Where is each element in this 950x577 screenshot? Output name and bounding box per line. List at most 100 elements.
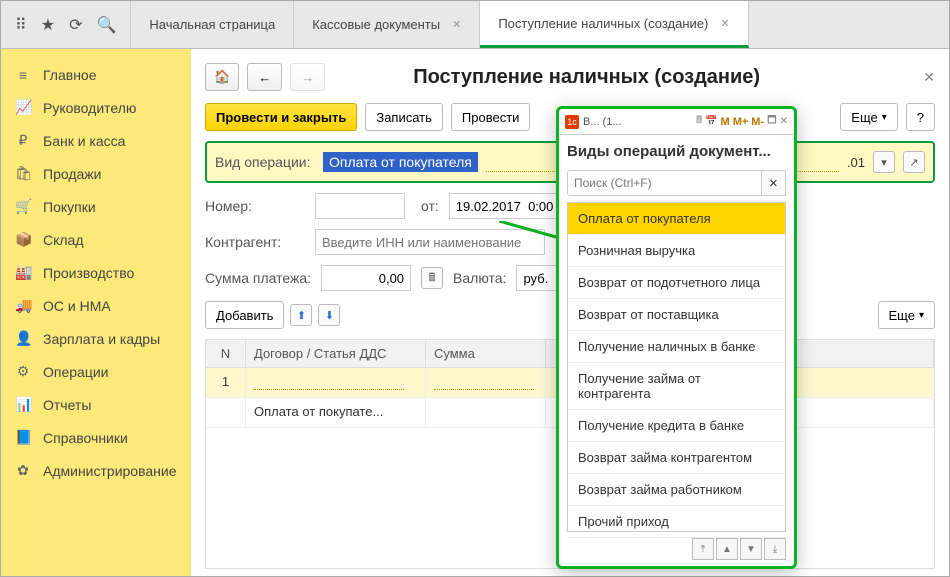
search-input[interactable] [567,170,762,196]
date-input[interactable] [449,193,569,219]
tab-label: Кассовые документы [312,17,440,32]
sidebar-item[interactable]: ≡Главное [1,59,191,91]
help-button[interactable]: ? [906,103,935,131]
star-icon[interactable]: ★ [41,15,55,35]
tab-active[interactable]: Поступление наличных (создание) ✕ [480,1,748,48]
sidebar-item[interactable]: 🚚ОС и НМА [1,289,191,322]
popup-item[interactable]: Оплата от покупателя [568,203,785,235]
chevron-down-icon: ▾ [882,112,887,123]
sidebar-label: Справочники [43,430,128,446]
nav-bottom-button[interactable]: ⤓ [764,538,786,560]
sum-label: Сумма платежа: [205,270,311,286]
calc-icon[interactable]: 🖩 [421,267,443,289]
sidebar-item[interactable]: 🏭Производство [1,256,191,289]
post-button[interactable]: Провести [451,103,531,131]
mplus-button[interactable]: M+ [733,116,749,128]
org-code: .01 [847,155,865,170]
popup-item[interactable]: Получение наличных в банке [568,331,785,363]
sum-input[interactable] [321,265,411,291]
more-button[interactable]: Еще ▾ [840,103,897,131]
sidebar-icon: ≡ [15,67,31,83]
cell-dds: Оплата от покупате... [254,404,383,419]
sidebar-label: Покупки [43,199,96,215]
sidebar-item[interactable]: ✿Администрирование [1,454,191,487]
calc-tool-icon[interactable]: 🖩 [696,113,702,130]
logo-icon: 1c [565,115,579,129]
back-button[interactable]: ← [247,63,282,91]
apps-icon[interactable]: ⠿ [15,15,27,35]
sidebar-icon: 📈 [15,99,31,116]
operation-type-popup: 1c В... (1... 🖩 📅 M M+ M- 🗖 ✕ Виды опера… [556,106,797,569]
sidebar-icon: 👤 [15,330,31,347]
m-button[interactable]: M [721,116,730,128]
sidebar-item[interactable]: 📦Склад [1,223,191,256]
cell-n: 1 [206,368,246,397]
search-icon[interactable]: 🔍 [96,15,116,35]
col-n[interactable]: N [206,340,246,367]
forward-button[interactable]: → [290,63,325,91]
sidebar-icon: ⚙ [15,363,31,380]
sidebar-item[interactable]: ⚙Операции [1,355,191,388]
tab-start[interactable]: Начальная страница [131,1,294,48]
col-sum[interactable]: Сумма [426,340,546,367]
popup-titlebar[interactable]: 1c В... (1... 🖩 📅 M M+ M- 🗖 ✕ [559,109,794,135]
popup-item[interactable]: Получение кредита в банке [568,410,785,442]
more-button-2[interactable]: Еще ▾ [878,301,935,329]
write-button[interactable]: Записать [365,103,443,131]
popup-item[interactable]: Возврат займа работником [568,474,785,506]
popup-item[interactable]: Возврат от поставщика [568,299,785,331]
sidebar-item[interactable]: ₽Банк и касса [1,124,191,157]
window-box-icon[interactable]: 🗖 [767,113,777,130]
nav-up-button[interactable]: ▲ [716,538,738,560]
counterparty-input[interactable] [315,229,545,255]
label: Еще [851,110,877,125]
nav-down-button[interactable]: ▼ [740,538,762,560]
calendar-tool-icon[interactable]: 📅 [705,116,717,127]
history-icon[interactable]: ⟳ [69,15,82,35]
nav-top-button[interactable]: ⤒ [692,538,714,560]
sidebar: ≡Главное📈Руководителю₽Банк и касса 🛍 Прода… [1,49,191,576]
dropdown-button[interactable]: ▾ [873,151,895,173]
sidebar-icon: 🛍 [15,165,31,182]
page-title: Поступление наличных (создание) [413,66,760,89]
sidebar-item[interactable]: 📊Отчеты [1,388,191,421]
label: Еще [889,308,915,323]
sidebar-label: Продажи [43,166,101,182]
close-icon[interactable]: ✕ [720,17,729,30]
operation-type-value[interactable]: Оплата от покупателя [323,152,478,172]
number-input[interactable] [315,193,405,219]
sidebar-item[interactable]: 📘Справочники [1,421,191,454]
sidebar-icon: ₽ [15,132,31,149]
window-label: В... (1... [583,116,622,128]
search-row: ✕ [567,170,786,196]
sidebar-item[interactable]: 🛒Покупки [1,190,191,223]
window-close-icon[interactable]: ✕ [780,116,788,127]
sidebar-item[interactable]: 👤Зарплата и кадры [1,322,191,355]
window-tabs: ⠿ ★ ⟳ 🔍 Начальная страница Кассовые доку… [1,1,949,49]
popup-item[interactable]: Розничная выручка [568,235,785,267]
popup-item[interactable]: Возврат займа контрагентом [568,442,785,474]
mminus-button[interactable]: M- [751,116,764,128]
clear-search-button[interactable]: ✕ [762,170,786,196]
tab-label: Поступление наличных (создание) [498,16,708,31]
cell-sum [434,374,534,390]
post-and-close-button[interactable]: Провести и закрыть [205,103,357,131]
sidebar-label: Производство [43,265,134,281]
currency-input[interactable] [516,265,561,291]
sidebar-item[interactable]: 📈Руководителю [1,91,191,124]
close-form-icon[interactable]: ✕ [923,69,935,86]
home-button[interactable]: 🏠 [205,63,239,91]
popup-item[interactable]: Получение займа от контрагента [568,363,785,410]
down-button[interactable]: ⬇ [318,304,340,326]
up-button[interactable]: ⬆ [290,304,312,326]
add-button[interactable]: Добавить [205,301,284,329]
col-contract[interactable]: Договор / Статья ДДС [246,340,426,367]
sidebar-item[interactable]: 🛍 Продажи [1,157,191,190]
popup-item[interactable]: Возврат от подотчетного лица [568,267,785,299]
currency-label: Валюта: [453,270,506,286]
close-icon[interactable]: ✕ [452,18,461,31]
popup-footer: ⤒ ▲ ▼ ⤓ [559,532,794,566]
sidebar-icon: ✿ [15,462,31,479]
tab-docs[interactable]: Кассовые документы ✕ [294,1,480,48]
open-button[interactable]: ↗ [903,151,925,173]
